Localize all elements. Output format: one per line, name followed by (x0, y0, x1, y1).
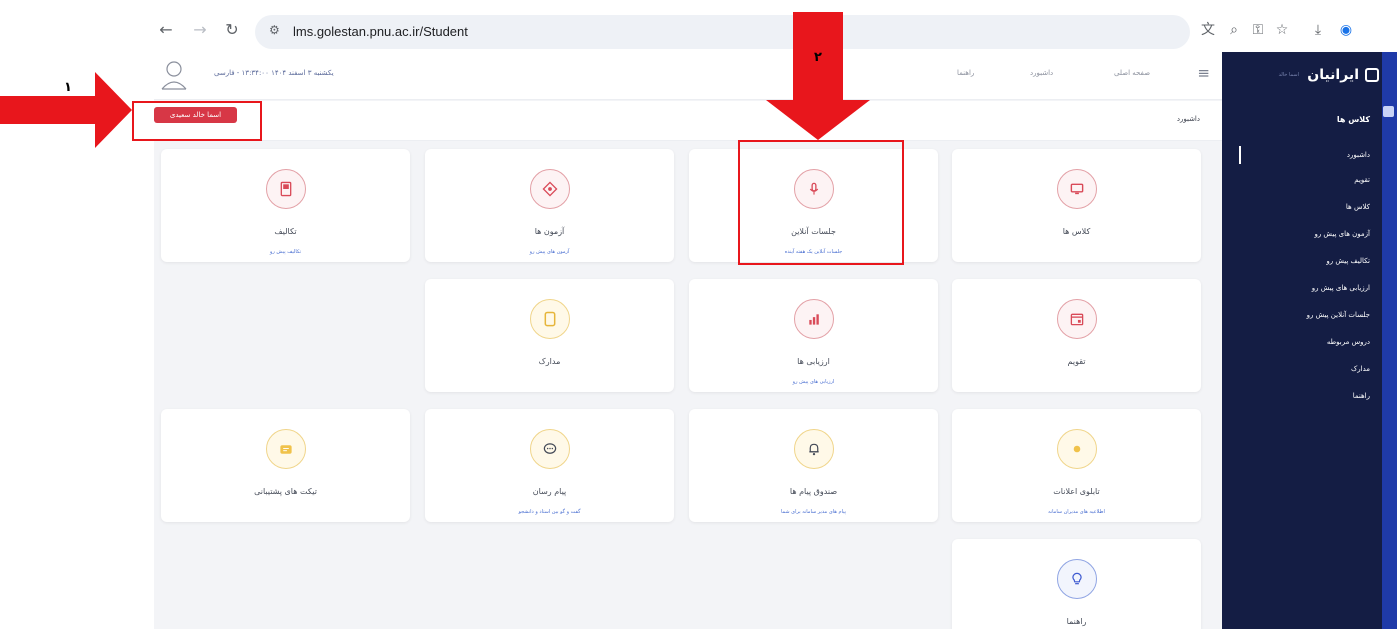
sidebar-item-upcoming-online-sessions[interactable]: جلسات آنلاین پیش رو (1307, 311, 1370, 319)
screenshot-root: ← → ↻ ⚙ lms.golestan.pnu.ac.ir/Student 文… (0, 0, 1397, 629)
card-message-inbox[interactable]: صندوق پیام ها پیام های مدیر سامانه برای … (689, 409, 938, 522)
translate-icon[interactable]: 文 (1198, 20, 1218, 40)
sidebar-accent-strip (1382, 52, 1397, 629)
card-icon-circle (529, 169, 570, 209)
sidebar-item-documents[interactable]: مدارک (1351, 365, 1370, 373)
arrow-right-icon[interactable]: → (190, 20, 210, 40)
sidebar-heading[interactable]: کلاس ها (1337, 115, 1370, 124)
card-icon-circle (1056, 429, 1097, 469)
card-subtitle[interactable]: گفت و گو بین استاد و دانشجو (425, 509, 674, 515)
url-text[interactable]: lms.golestan.pnu.ac.ir/Student (293, 24, 468, 39)
card-icon-circle (265, 169, 306, 209)
card-title: صندوق پیام ها (789, 487, 838, 496)
card-documents[interactable]: مدارک (425, 279, 674, 392)
card-title: مدارک (538, 357, 561, 366)
hamburger-icon[interactable]: ≡ (1197, 66, 1210, 81)
card-title: کلاس ها (1062, 227, 1091, 236)
brand-subtitle: اسما خالد (1278, 72, 1299, 78)
reload-icon[interactable]: ↻ (222, 20, 242, 40)
zoom-icon[interactable]: ⌕ (1224, 20, 1244, 40)
annotation-box-2 (738, 140, 904, 265)
bell-icon (808, 443, 819, 456)
card-classes[interactable]: کلاس ها (952, 149, 1201, 262)
card-messenger[interactable]: پیام رسان گفت و گو بین استاد و دانشجو (425, 409, 674, 522)
card-subtitle[interactable]: ارزیابی های پیش رو (689, 379, 938, 385)
card-icon-circle (529, 299, 570, 339)
ticket-icon (279, 445, 292, 454)
header-date: یکشنبه ۳ اسفند ۱۴۰۴ ۱۳:۳۴:۰۰ - فارسی (214, 69, 334, 77)
card-title: پیام رسان (532, 487, 567, 496)
chat-icon (543, 443, 556, 454)
card-icon-circle (1056, 559, 1097, 599)
sidebar-item-calendar[interactable]: تقویم (1354, 176, 1370, 184)
card-icon-circle (1056, 169, 1097, 209)
header-link-home[interactable]: صفحه اصلی (1114, 69, 1150, 77)
annotation-box-1 (132, 101, 262, 141)
card-title: راهنما (1066, 617, 1087, 626)
card-title: تقویم (1067, 357, 1086, 366)
card-title: آزمون ها (534, 227, 565, 236)
address-bar[interactable]: ⚙ lms.golestan.pnu.ac.ir/Student (255, 15, 1190, 49)
card-calendar[interactable]: تقویم (952, 279, 1201, 392)
card-subtitle[interactable]: پیام های مدیر سامانه برای شما (689, 509, 938, 515)
header-link-dashboard[interactable]: داشبورد (1030, 69, 1053, 77)
card-icon-circle (529, 429, 570, 469)
sidebar-item-classes[interactable]: کلاس ها (1346, 203, 1370, 211)
brand-name: ایرانیان (1307, 67, 1359, 83)
card-exams[interactable]: آزمون ها آزمون های پیش رو (425, 149, 674, 262)
card-icon-circle (1056, 299, 1097, 339)
download-icon[interactable]: ⤓ (1308, 20, 1328, 40)
sidebar-scroll-indicator[interactable] (1239, 146, 1241, 164)
card-title: تابلوی اعلانات (1053, 487, 1100, 496)
annotation-label-2: ۲ (814, 50, 822, 65)
assignment-icon (280, 181, 291, 197)
sidebar-item-dashboard[interactable]: داشبورد (1347, 151, 1370, 159)
card-subtitle[interactable]: تکالیف پیش رو (161, 249, 410, 255)
card-assignments[interactable]: تکالیف تکالیف پیش رو (161, 149, 410, 262)
square-icon[interactable] (1383, 106, 1394, 117)
top-header: یکشنبه ۳ اسفند ۱۴۰۴ ۱۳:۳۴:۰۰ - فارسی راه… (154, 52, 1222, 100)
password-key-icon[interactable]: ⚿ (1248, 20, 1268, 40)
monitor-icon (1070, 183, 1083, 195)
card-icon-circle (265, 429, 306, 469)
profile-icon[interactable]: ◉ (1336, 20, 1356, 40)
site-settings-icon[interactable]: ⚙ (269, 23, 280, 37)
document-icon (544, 311, 555, 327)
breadcrumb-bar: داشبورد اسما خالد سعیدی (154, 101, 1222, 141)
sidebar: ایرانیان اسما خالد کلاس ها داشبورد تقویم… (1222, 52, 1397, 629)
chart-icon (808, 314, 819, 325)
annotation-label-1: ۱ (64, 80, 72, 95)
card-title: ارزیابی ها (797, 357, 830, 366)
sidebar-item-help[interactable]: راهنما (1353, 392, 1370, 400)
card-notice-board[interactable]: تابلوی اعلانات اطلاعیه های مدیران سامانه (952, 409, 1201, 522)
calendar-icon (1070, 313, 1083, 326)
card-help[interactable]: راهنما (952, 539, 1201, 629)
card-icon-circle (793, 429, 834, 469)
header-link-help[interactable]: راهنما (957, 69, 974, 77)
breadcrumb: داشبورد (1176, 115, 1200, 123)
exam-icon (542, 181, 557, 197)
user-avatar-icon[interactable] (160, 58, 188, 92)
arrow-left-icon[interactable]: ← (156, 20, 176, 40)
lightbulb-icon (1071, 572, 1082, 585)
brand-logo-icon (1365, 68, 1379, 82)
card-title: تکالیف (274, 227, 297, 236)
card-support-tickets[interactable]: تیکت های پشتیبانی (161, 409, 410, 522)
bookmark-star-icon[interactable]: ☆ (1272, 20, 1292, 40)
card-subtitle[interactable]: آزمون های پیش رو (425, 249, 674, 255)
sidebar-item-upcoming-assignments[interactable]: تکالیف پیش رو (1326, 257, 1370, 265)
card-subtitle[interactable]: اطلاعیه های مدیران سامانه (952, 509, 1201, 515)
annotation-arrow-2 (766, 12, 870, 140)
sidebar-item-upcoming-evaluations[interactable]: ارزیابی های پیش رو (1312, 284, 1370, 292)
sidebar-item-related-courses[interactable]: دروس مربوطه (1327, 338, 1370, 346)
sidebar-item-upcoming-exams[interactable]: آزمون های پیش رو (1314, 230, 1370, 238)
card-icon-circle (793, 299, 834, 339)
info-icon (1073, 445, 1080, 453)
card-evaluations[interactable]: ارزیابی ها ارزیابی های پیش رو (689, 279, 938, 392)
card-title: تیکت های پشتیبانی (254, 487, 317, 496)
